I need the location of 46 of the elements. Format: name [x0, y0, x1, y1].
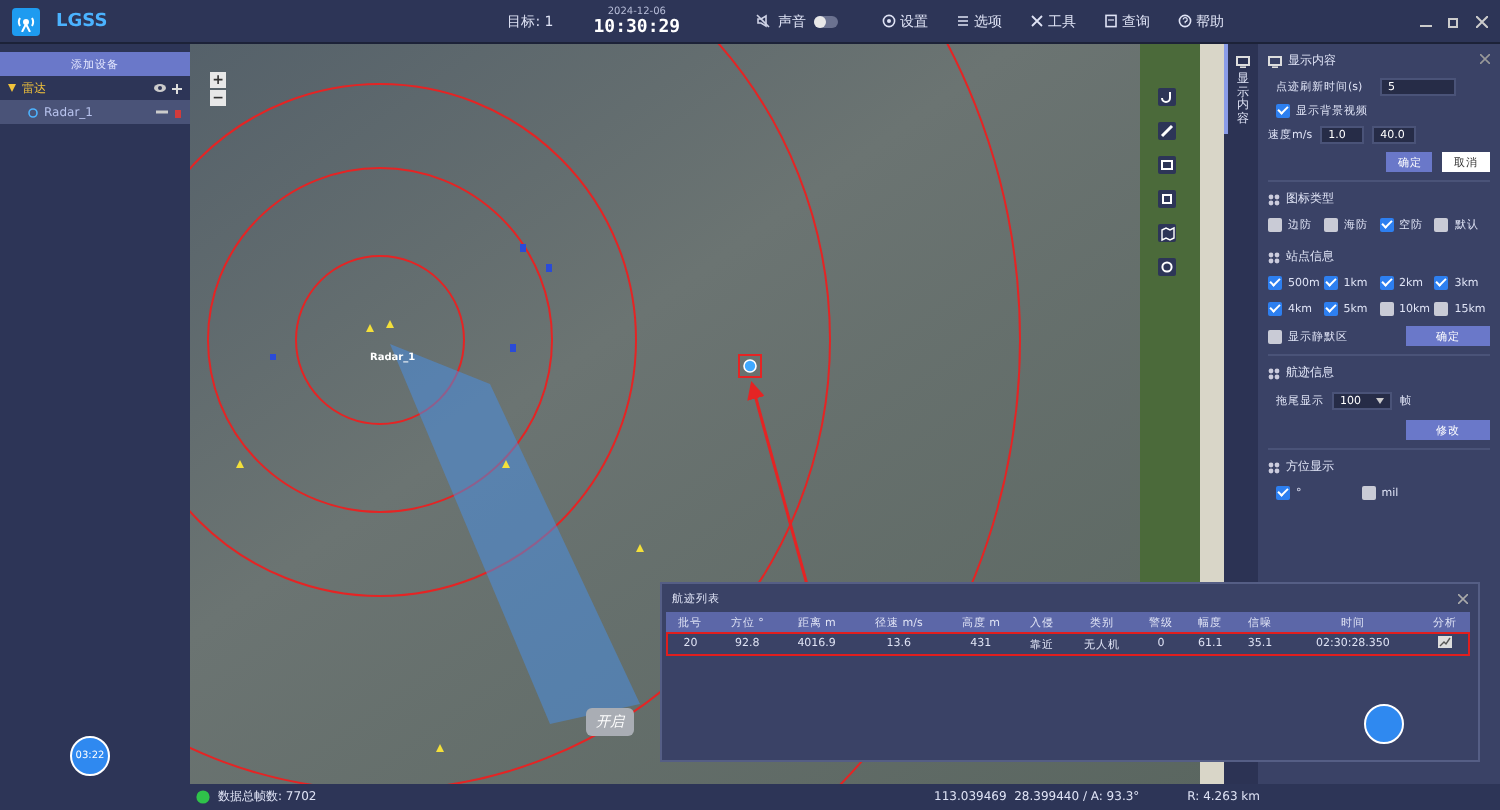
checkbox[interactable] — [1276, 104, 1290, 118]
list-icon — [956, 14, 971, 28]
eye-icon[interactable] — [154, 84, 166, 92]
checkbox[interactable] — [1379, 218, 1393, 232]
close-icon[interactable] — [1476, 15, 1488, 27]
checkbox[interactable] — [1434, 302, 1449, 316]
caret-down-icon[interactable] — [8, 84, 16, 92]
time-label: 10:30:29 — [593, 17, 681, 37]
sound-toggle[interactable] — [814, 15, 839, 27]
rectangle-icon[interactable] — [1158, 156, 1176, 174]
undo-arrow-icon[interactable] — [1158, 88, 1176, 106]
close-icon[interactable] — [1458, 593, 1468, 603]
grid-icon — [1268, 251, 1280, 263]
grid-icon — [1268, 193, 1280, 205]
status-dot-icon — [196, 790, 210, 804]
checkbox[interactable] — [1379, 276, 1393, 290]
grid-icon — [1268, 461, 1280, 473]
app-title: LGSS — [56, 11, 108, 31]
checkbox[interactable] — [1323, 276, 1338, 290]
square-icon[interactable] — [1158, 190, 1176, 208]
checkbox[interactable] — [1268, 218, 1282, 232]
gear-icon — [882, 14, 897, 28]
muted-speaker-icon — [756, 14, 771, 28]
round-button[interactable] — [1364, 704, 1404, 744]
checkbox[interactable] — [1323, 218, 1338, 232]
monitor-icon — [1236, 56, 1250, 68]
checkbox[interactable] — [1379, 302, 1393, 316]
checkbox[interactable] — [1434, 276, 1449, 290]
caret-down-icon — [1376, 398, 1384, 404]
checkbox[interactable] — [1268, 276, 1282, 290]
checkbox[interactable] — [1323, 302, 1338, 316]
map-icon[interactable] — [1158, 224, 1176, 242]
checkbox[interactable] — [1268, 329, 1282, 343]
close-icon[interactable] — [1480, 54, 1490, 64]
target-marker-icon[interactable] — [738, 354, 762, 378]
ruler-icon[interactable] — [1158, 122, 1176, 140]
checkbox[interactable] — [1434, 218, 1449, 232]
restore-icon[interactable] — [1448, 15, 1460, 27]
checkbox[interactable] — [1361, 486, 1376, 500]
checkbox[interactable] — [1276, 486, 1290, 500]
chart-icon[interactable] — [1438, 636, 1453, 648]
monitor-icon — [1268, 55, 1282, 67]
plus-icon[interactable] — [172, 83, 182, 93]
grid-icon — [1268, 367, 1280, 379]
checkbox[interactable] — [1268, 302, 1282, 316]
help-icon — [1178, 14, 1193, 28]
